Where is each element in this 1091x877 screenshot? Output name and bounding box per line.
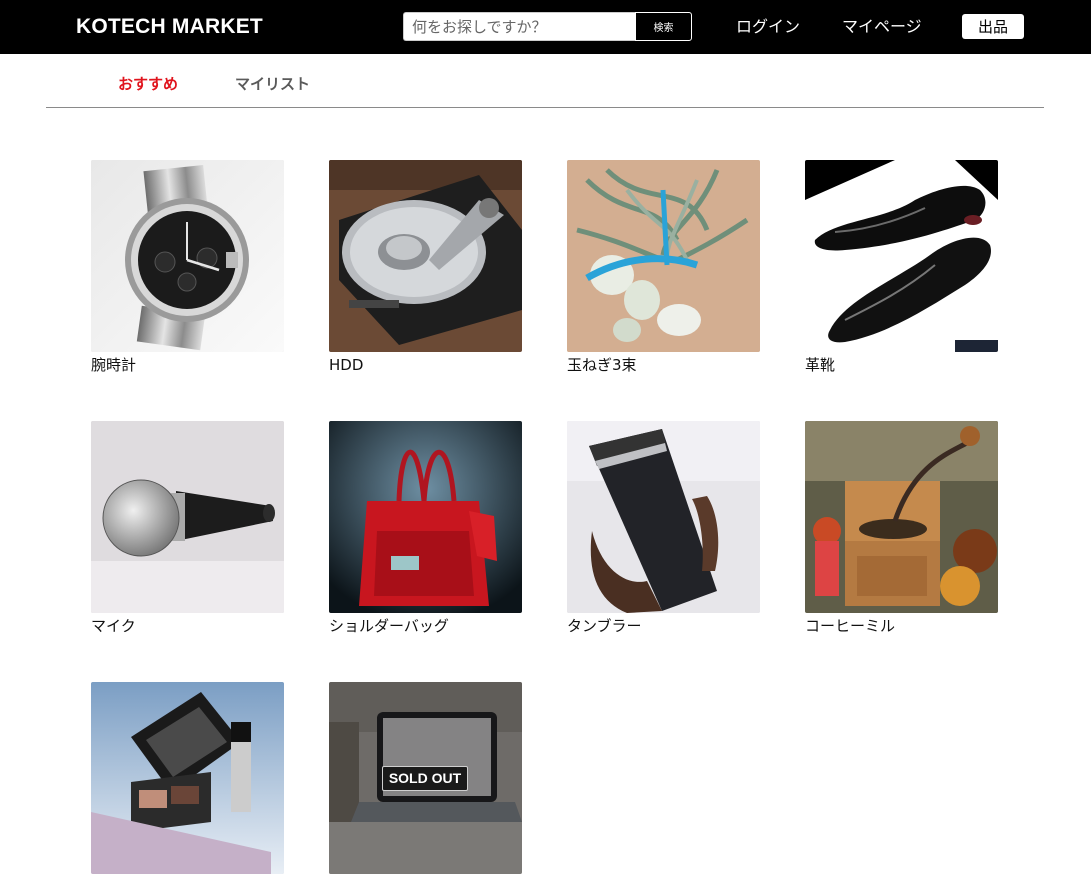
product-image[interactable] (329, 421, 522, 613)
product-name: マイク (91, 617, 136, 635)
makeup-set-photo (91, 682, 284, 874)
product-name: タンブラー (567, 617, 642, 635)
leather-shoes-photo (805, 160, 998, 352)
header-bar: KOTECH MARKET 検索 ログイン マイページ 出品 (0, 0, 1091, 54)
product-card[interactable]: HDD (329, 160, 522, 375)
product-name: 玉ねぎ3束 (567, 356, 637, 374)
login-link[interactable]: ログイン (736, 16, 800, 38)
tab-mylist[interactable]: マイリスト (235, 74, 310, 94)
product-image[interactable] (805, 421, 998, 613)
product-card[interactable]: 革靴 (805, 160, 998, 375)
product-name: コーヒーミル (805, 617, 896, 635)
product-image[interactable] (91, 682, 284, 874)
coffee-mill-photo (805, 421, 998, 613)
product-image[interactable] (91, 421, 284, 613)
product-name: 革靴 (805, 356, 836, 374)
microphone-photo (91, 421, 284, 613)
onion-bundle-photo (567, 160, 760, 352)
search-button[interactable]: 検索 (635, 12, 692, 41)
product-image[interactable]: SOLD OUT (329, 682, 522, 874)
tumbler-photo (567, 421, 760, 613)
product-image[interactable] (805, 160, 998, 352)
tab-bar: おすすめ マイリスト (46, 54, 1044, 108)
site-logo[interactable]: KOTECH MARKET (76, 14, 263, 40)
hard-disk-drive-photo (329, 160, 522, 352)
search-input[interactable] (403, 12, 635, 41)
product-card[interactable]: ショルダーバッグ (329, 421, 522, 636)
product-card[interactable]: コーヒーミル (805, 421, 998, 636)
wristwatch-photo (91, 160, 284, 352)
product-card[interactable]: SOLD OUT (329, 682, 522, 877)
product-image[interactable] (567, 160, 760, 352)
product-image[interactable] (329, 160, 522, 352)
sell-button[interactable]: 出品 (962, 14, 1024, 39)
product-name: 腕時計 (91, 356, 137, 374)
product-name: HDD (329, 356, 364, 374)
product-name: ショルダーバッグ (329, 617, 449, 635)
mypage-link[interactable]: マイページ (842, 16, 922, 38)
product-card[interactable]: マイク (91, 421, 284, 636)
product-card[interactable] (91, 682, 284, 877)
product-image[interactable] (567, 421, 760, 613)
product-card[interactable]: 玉ねぎ3束 (567, 160, 760, 375)
sold-out-badge: SOLD OUT (382, 766, 468, 791)
product-image[interactable] (91, 160, 284, 352)
product-card[interactable]: タンブラー (567, 421, 760, 636)
red-shoulder-bag-photo (329, 421, 522, 613)
product-card[interactable]: 腕時計 (91, 160, 284, 375)
tab-recommended[interactable]: おすすめ (118, 74, 178, 94)
